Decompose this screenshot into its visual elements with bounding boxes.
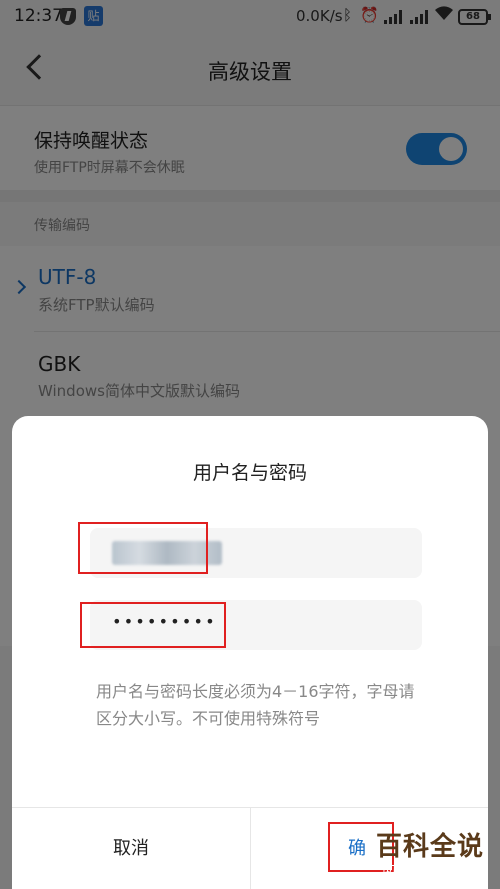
credentials-hint: 用户名与密码长度必须为4－16字符，字母请区分大小写。不可使用特殊符号: [96, 682, 415, 728]
watermark-main-text: 百科全说: [376, 832, 485, 862]
highlight-box-password: [80, 602, 226, 648]
highlight-box-username: [78, 522, 208, 574]
watermark-sub-text: 助你轻松解决: [382, 862, 478, 878]
credentials-dialog: 用户名与密码 ••••••••• 用户名与密码长度必须为4－16字符，字母请区分…: [12, 416, 488, 889]
watermark-logo: 百科全说 助你轻松解决: [372, 826, 492, 884]
cancel-button[interactable]: 取消: [12, 808, 250, 889]
dialog-title: 用户名与密码: [192, 462, 307, 484]
